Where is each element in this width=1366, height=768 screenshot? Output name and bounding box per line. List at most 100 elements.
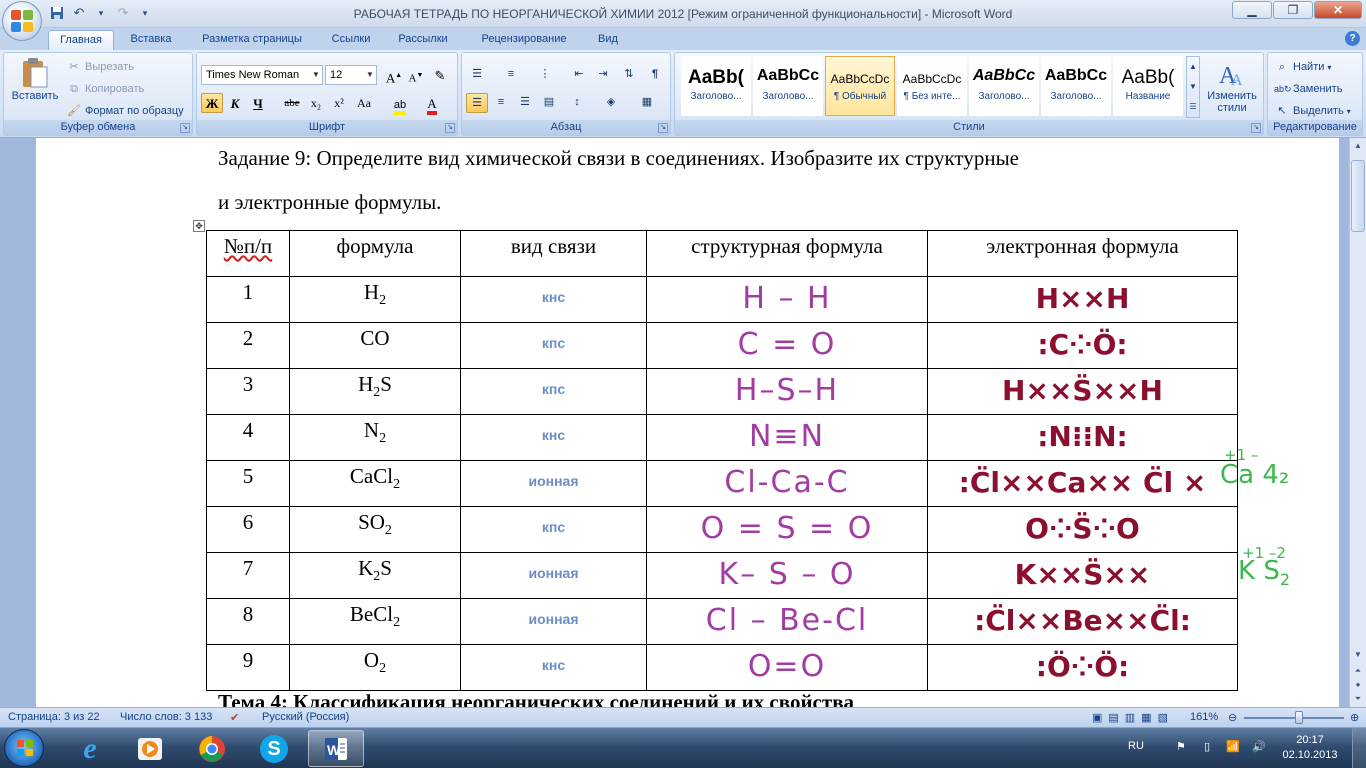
- superscript-button[interactable]: x²: [328, 93, 350, 113]
- sort-icon[interactable]: ⇅: [618, 65, 640, 85]
- spellcheck-icon[interactable]: ✔: [230, 711, 239, 724]
- font-group: Times New Roman ▼ 12 ▼ A▲ A▼ ✎ Ж К Ч abe x…: [196, 52, 458, 136]
- numbering-icon[interactable]: ≡: [500, 65, 522, 85]
- clock[interactable]: 20:17 02.10.2013: [1280, 733, 1340, 763]
- show-desktop-button[interactable]: [1352, 728, 1366, 768]
- zoom-out-icon[interactable]: ⊖: [1228, 711, 1237, 724]
- tab-references[interactable]: Ссылки: [320, 30, 382, 50]
- font-color-icon[interactable]: A: [421, 93, 443, 115]
- vertical-scrollbar[interactable]: ▲ ▼ ⏶ ● ⏷: [1349, 138, 1366, 707]
- line-spacing-icon[interactable]: ↕: [566, 93, 588, 113]
- chevron-up-icon[interactable]: ▲: [1187, 57, 1199, 77]
- action-center-icon[interactable]: ⚑: [1176, 740, 1186, 753]
- tab-review[interactable]: Рецензирование: [466, 30, 582, 50]
- zoom-in-icon[interactable]: ⊕: [1350, 711, 1359, 724]
- replace-button[interactable]: ab↻ Заменить: [1274, 81, 1342, 97]
- maximize-icon[interactable]: ❐: [1273, 1, 1313, 19]
- select-button[interactable]: ↖ Выделить ▾: [1274, 103, 1350, 119]
- style-heading2[interactable]: AaBbCc Заголово...: [753, 56, 823, 116]
- battery-icon[interactable]: ▯: [1204, 740, 1210, 753]
- grow-font-icon[interactable]: A▲: [383, 65, 405, 85]
- align-right-icon[interactable]: ☰: [514, 93, 536, 113]
- minimize-icon[interactable]: ▁: [1232, 1, 1272, 19]
- style-heading3[interactable]: AaBbCc Заголово...: [969, 56, 1039, 116]
- font-size-combo[interactable]: 12 ▼: [325, 65, 377, 85]
- shading-icon[interactable]: ◈: [600, 93, 622, 113]
- copy-button[interactable]: ⧉ Копировать: [66, 81, 144, 97]
- style-normal[interactable]: AaBbCcDc ¶ Обычный: [825, 56, 895, 116]
- align-left-icon[interactable]: ☰: [466, 93, 488, 113]
- strikethrough-button[interactable]: abe: [281, 93, 303, 113]
- word-count[interactable]: Число слов: 3 133: [120, 711, 212, 723]
- media-player-icon[interactable]: [122, 730, 178, 767]
- next-page-icon[interactable]: ⏷: [1350, 691, 1366, 707]
- increase-indent-icon[interactable]: ⇥: [592, 65, 614, 85]
- dialog-launcher-icon[interactable]: ↘: [1251, 123, 1261, 133]
- subscript-button[interactable]: x₂: [305, 93, 327, 113]
- bullets-icon[interactable]: ☰: [466, 65, 488, 85]
- multilevel-list-icon[interactable]: ⋮: [534, 65, 556, 85]
- language-indicator[interactable]: Русский (Россия): [262, 711, 349, 723]
- cut-button[interactable]: ✂ Вырезать: [66, 59, 134, 75]
- borders-icon[interactable]: ▦: [636, 93, 658, 113]
- zoom-slider-track[interactable]: [1244, 717, 1344, 719]
- tab-home[interactable]: Главная: [48, 30, 114, 50]
- table-move-handle-icon[interactable]: ✥: [193, 220, 205, 232]
- document-page[interactable]: Задание 9: Определите вид химической свя…: [36, 138, 1339, 707]
- skype-icon[interactable]: S: [246, 730, 302, 767]
- close-icon[interactable]: ✕: [1314, 1, 1362, 19]
- keyboard-language[interactable]: RU: [1128, 740, 1144, 752]
- tab-insert[interactable]: Вставка: [118, 30, 184, 50]
- tab-view[interactable]: Вид: [588, 30, 628, 50]
- network-icon[interactable]: 📶: [1226, 740, 1240, 753]
- show-marks-icon[interactable]: ¶: [644, 65, 666, 85]
- style-title[interactable]: AaBb(Название: [1113, 56, 1183, 116]
- row-number: 8: [206, 598, 290, 645]
- office-button[interactable]: [2, 1, 42, 41]
- tab-page-layout[interactable]: Разметка страницы: [190, 30, 314, 50]
- decrease-indent-icon[interactable]: ⇤: [568, 65, 590, 85]
- word-taskbar-icon[interactable]: W: [308, 730, 364, 767]
- shrink-font-icon[interactable]: A▼: [405, 65, 427, 85]
- start-button-icon[interactable]: [4, 729, 44, 767]
- italic-button[interactable]: К: [224, 93, 246, 113]
- format-painter-button[interactable]: 🖌 Формат по образцу: [66, 103, 184, 119]
- chevron-down-icon[interactable]: ▼: [1187, 77, 1199, 97]
- highlight-icon[interactable]: ab: [389, 93, 411, 115]
- style-heading4[interactable]: AaBbCc Заголово...: [1041, 56, 1111, 116]
- scroll-thumb[interactable]: [1351, 160, 1365, 232]
- page-count[interactable]: Страница: 3 из 22: [8, 711, 100, 723]
- dialog-launcher-icon[interactable]: ↘: [445, 123, 455, 133]
- align-center-icon[interactable]: ≡: [490, 93, 512, 113]
- dialog-launcher-icon[interactable]: ↘: [658, 123, 668, 133]
- zoom-level[interactable]: 161%: [1190, 711, 1218, 723]
- paste-button[interactable]: Вставить: [10, 57, 60, 102]
- more-icon[interactable]: ☰: [1187, 97, 1199, 117]
- help-icon[interactable]: ?: [1345, 31, 1360, 46]
- style-no-spacing[interactable]: AaBbCcDc ¶ Без инте...: [897, 56, 967, 116]
- change-styles-button[interactable]: AA Изменить стили: [1201, 59, 1263, 114]
- justify-icon[interactable]: ▤: [538, 93, 560, 113]
- change-case-button[interactable]: Aa: [353, 93, 375, 113]
- row-electronic: :C̈l××Be××C̈l:: [927, 598, 1238, 645]
- font-name-combo[interactable]: Times New Roman ▼: [201, 65, 323, 85]
- dialog-launcher-icon[interactable]: ↘: [180, 123, 190, 133]
- volume-icon[interactable]: 🔊: [1252, 740, 1266, 753]
- clear-format-icon[interactable]: ✎: [429, 65, 451, 85]
- style-heading1[interactable]: AaBb(Заголово...: [681, 56, 751, 116]
- font-size-value: 12: [330, 69, 343, 81]
- view-buttons-icon[interactable]: ▣▤▥▦▧: [1092, 711, 1174, 724]
- underline-button[interactable]: Ч: [247, 93, 269, 113]
- row-formula: CO: [289, 322, 461, 369]
- tab-mailings[interactable]: Рассылки: [388, 30, 458, 50]
- chevron-down-icon[interactable]: ▼: [310, 66, 322, 84]
- styles-gallery-scroll[interactable]: ▲ ▼ ☰: [1186, 56, 1200, 118]
- ie-icon[interactable]: e: [62, 730, 118, 767]
- scroll-down-icon[interactable]: ▼: [1350, 647, 1366, 663]
- scroll-up-icon[interactable]: ▲: [1350, 138, 1366, 154]
- find-button[interactable]: ⌕ Найти ▾: [1274, 59, 1332, 75]
- zoom-slider-thumb[interactable]: [1295, 711, 1303, 724]
- chevron-down-icon[interactable]: ▼: [364, 66, 376, 84]
- chrome-icon[interactable]: [184, 730, 240, 767]
- bold-button[interactable]: Ж: [201, 93, 223, 113]
